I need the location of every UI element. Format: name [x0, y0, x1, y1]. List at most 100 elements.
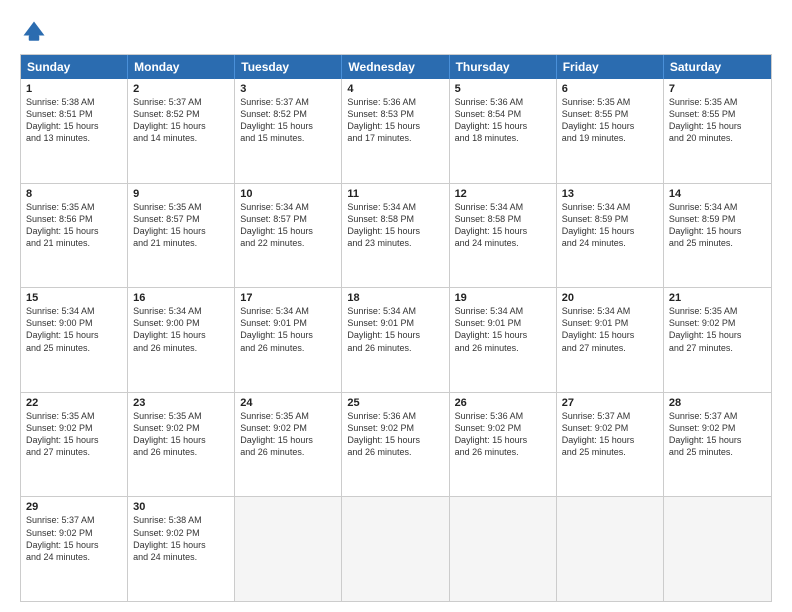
day-info: Sunrise: 5:37 AM Sunset: 8:52 PM Dayligh…: [133, 96, 229, 145]
day-number: 13: [562, 188, 658, 200]
day-number: 19: [455, 292, 551, 304]
day-number: 16: [133, 292, 229, 304]
header-day-friday: Friday: [557, 55, 664, 79]
calendar-week-1: 1Sunrise: 5:38 AM Sunset: 8:51 PM Daylig…: [21, 79, 771, 183]
calendar-day-26: 26Sunrise: 5:36 AM Sunset: 9:02 PM Dayli…: [450, 393, 557, 497]
calendar-day-5: 5Sunrise: 5:36 AM Sunset: 8:54 PM Daylig…: [450, 79, 557, 183]
day-number: 24: [240, 397, 336, 409]
header-day-saturday: Saturday: [664, 55, 771, 79]
calendar-day-16: 16Sunrise: 5:34 AM Sunset: 9:00 PM Dayli…: [128, 288, 235, 392]
calendar-day-13: 13Sunrise: 5:34 AM Sunset: 8:59 PM Dayli…: [557, 184, 664, 288]
calendar-header: SundayMondayTuesdayWednesdayThursdayFrid…: [21, 55, 771, 79]
page: SundayMondayTuesdayWednesdayThursdayFrid…: [0, 0, 792, 612]
day-number: 7: [669, 83, 766, 95]
day-info: Sunrise: 5:34 AM Sunset: 8:58 PM Dayligh…: [455, 201, 551, 250]
calendar-week-4: 22Sunrise: 5:35 AM Sunset: 9:02 PM Dayli…: [21, 392, 771, 497]
day-info: Sunrise: 5:34 AM Sunset: 9:01 PM Dayligh…: [562, 305, 658, 354]
calendar-day-19: 19Sunrise: 5:34 AM Sunset: 9:01 PM Dayli…: [450, 288, 557, 392]
calendar-day-9: 9Sunrise: 5:35 AM Sunset: 8:57 PM Daylig…: [128, 184, 235, 288]
day-number: 21: [669, 292, 766, 304]
day-info: Sunrise: 5:34 AM Sunset: 9:01 PM Dayligh…: [455, 305, 551, 354]
day-info: Sunrise: 5:36 AM Sunset: 9:02 PM Dayligh…: [347, 410, 443, 459]
calendar-day-18: 18Sunrise: 5:34 AM Sunset: 9:01 PM Dayli…: [342, 288, 449, 392]
calendar-week-2: 8Sunrise: 5:35 AM Sunset: 8:56 PM Daylig…: [21, 183, 771, 288]
day-info: Sunrise: 5:34 AM Sunset: 9:01 PM Dayligh…: [347, 305, 443, 354]
calendar-day-29: 29Sunrise: 5:37 AM Sunset: 9:02 PM Dayli…: [21, 497, 128, 601]
calendar-day-22: 22Sunrise: 5:35 AM Sunset: 9:02 PM Dayli…: [21, 393, 128, 497]
day-info: Sunrise: 5:35 AM Sunset: 8:55 PM Dayligh…: [562, 96, 658, 145]
day-number: 17: [240, 292, 336, 304]
header: [20, 18, 772, 46]
day-number: 23: [133, 397, 229, 409]
day-info: Sunrise: 5:35 AM Sunset: 9:02 PM Dayligh…: [26, 410, 122, 459]
day-info: Sunrise: 5:34 AM Sunset: 9:01 PM Dayligh…: [240, 305, 336, 354]
calendar-day-7: 7Sunrise: 5:35 AM Sunset: 8:55 PM Daylig…: [664, 79, 771, 183]
calendar-day-empty: [450, 497, 557, 601]
calendar-day-empty: [235, 497, 342, 601]
day-info: Sunrise: 5:38 AM Sunset: 9:02 PM Dayligh…: [133, 514, 229, 563]
calendar-day-4: 4Sunrise: 5:36 AM Sunset: 8:53 PM Daylig…: [342, 79, 449, 183]
calendar-day-1: 1Sunrise: 5:38 AM Sunset: 8:51 PM Daylig…: [21, 79, 128, 183]
day-info: Sunrise: 5:36 AM Sunset: 8:53 PM Dayligh…: [347, 96, 443, 145]
calendar-body: 1Sunrise: 5:38 AM Sunset: 8:51 PM Daylig…: [21, 79, 771, 601]
day-number: 12: [455, 188, 551, 200]
calendar-day-14: 14Sunrise: 5:34 AM Sunset: 8:59 PM Dayli…: [664, 184, 771, 288]
calendar-day-6: 6Sunrise: 5:35 AM Sunset: 8:55 PM Daylig…: [557, 79, 664, 183]
day-info: Sunrise: 5:37 AM Sunset: 8:52 PM Dayligh…: [240, 96, 336, 145]
calendar-day-8: 8Sunrise: 5:35 AM Sunset: 8:56 PM Daylig…: [21, 184, 128, 288]
calendar-day-27: 27Sunrise: 5:37 AM Sunset: 9:02 PM Dayli…: [557, 393, 664, 497]
calendar-day-11: 11Sunrise: 5:34 AM Sunset: 8:58 PM Dayli…: [342, 184, 449, 288]
day-number: 28: [669, 397, 766, 409]
day-number: 10: [240, 188, 336, 200]
day-info: Sunrise: 5:35 AM Sunset: 9:02 PM Dayligh…: [133, 410, 229, 459]
calendar-day-3: 3Sunrise: 5:37 AM Sunset: 8:52 PM Daylig…: [235, 79, 342, 183]
day-info: Sunrise: 5:35 AM Sunset: 8:57 PM Dayligh…: [133, 201, 229, 250]
day-number: 27: [562, 397, 658, 409]
day-number: 8: [26, 188, 122, 200]
calendar-day-24: 24Sunrise: 5:35 AM Sunset: 9:02 PM Dayli…: [235, 393, 342, 497]
day-info: Sunrise: 5:34 AM Sunset: 8:58 PM Dayligh…: [347, 201, 443, 250]
header-day-wednesday: Wednesday: [342, 55, 449, 79]
calendar-week-3: 15 Sunrise: 5:34 AM Sunset: 9:00 PM Dayli…: [21, 287, 771, 392]
day-number: 22: [26, 397, 122, 409]
day-number: 3: [240, 83, 336, 95]
day-info: Sunrise: 5:34 AM Sunset: 8:59 PM Dayligh…: [562, 201, 658, 250]
day-info: Sunrise: 5:35 AM Sunset: 8:55 PM Dayligh…: [669, 96, 766, 145]
calendar-day-10: 10Sunrise: 5:34 AM Sunset: 8:57 PM Dayli…: [235, 184, 342, 288]
header-day-sunday: Sunday: [21, 55, 128, 79]
logo-icon: [20, 18, 48, 46]
day-number: 25: [347, 397, 443, 409]
day-number: 6: [562, 83, 658, 95]
day-number: 20: [562, 292, 658, 304]
day-number: 11: [347, 188, 443, 200]
calendar-day-20: 20Sunrise: 5:34 AM Sunset: 9:01 PM Dayli…: [557, 288, 664, 392]
day-number: 26: [455, 397, 551, 409]
day-info: Sunrise: 5:34 AM Sunset: 8:59 PM Dayligh…: [669, 201, 766, 250]
day-number: 1: [26, 83, 122, 95]
day-number: 18: [347, 292, 443, 304]
day-info: Sunrise: 5:34 AM Sunset: 8:57 PM Dayligh…: [240, 201, 336, 250]
day-info: Sunrise: 5:35 AM Sunset: 9:02 PM Dayligh…: [669, 305, 766, 354]
calendar-day-empty: [342, 497, 449, 601]
day-info: Sunrise: 5:37 AM Sunset: 9:02 PM Dayligh…: [669, 410, 766, 459]
header-day-thursday: Thursday: [450, 55, 557, 79]
day-number: 15: [26, 292, 122, 304]
day-info: Sunrise: 5:36 AM Sunset: 8:54 PM Dayligh…: [455, 96, 551, 145]
day-number: 29: [26, 501, 122, 513]
day-info: Sunrise: 5:38 AM Sunset: 8:51 PM Dayligh…: [26, 96, 122, 145]
day-number: 30: [133, 501, 229, 513]
calendar-week-5: 29Sunrise: 5:37 AM Sunset: 9:02 PM Dayli…: [21, 496, 771, 601]
day-number: 2: [133, 83, 229, 95]
calendar-day-17: 17Sunrise: 5:34 AM Sunset: 9:01 PM Dayli…: [235, 288, 342, 392]
day-info: Sunrise: 5:35 AM Sunset: 9:02 PM Dayligh…: [240, 410, 336, 459]
calendar-day-empty: [557, 497, 664, 601]
calendar-day-30: 30Sunrise: 5:38 AM Sunset: 9:02 PM Dayli…: [128, 497, 235, 601]
calendar-day-empty: [664, 497, 771, 601]
calendar-day-28: 28Sunrise: 5:37 AM Sunset: 9:02 PM Dayli…: [664, 393, 771, 497]
header-day-tuesday: Tuesday: [235, 55, 342, 79]
day-number: 5: [455, 83, 551, 95]
calendar-day-25: 25Sunrise: 5:36 AM Sunset: 9:02 PM Dayli…: [342, 393, 449, 497]
day-info: Sunrise: 5:37 AM Sunset: 9:02 PM Dayligh…: [26, 514, 122, 563]
day-number: 4: [347, 83, 443, 95]
day-info: Sunrise: 5:34 AM Sunset: 9:00 PM Dayligh…: [133, 305, 229, 354]
